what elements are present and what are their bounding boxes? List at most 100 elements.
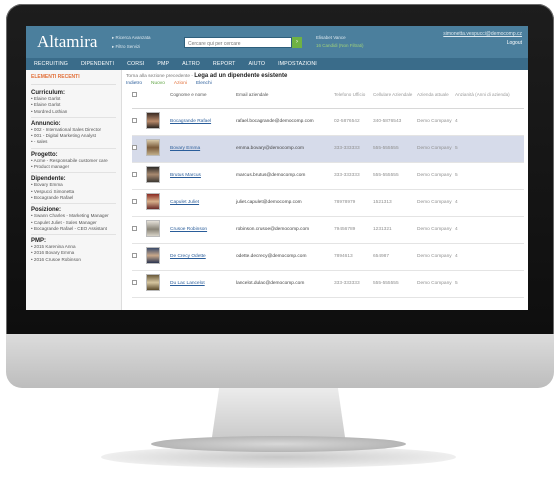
column-header-office-phone[interactable]: Telefono Ufficio: [334, 90, 373, 109]
sidebar-title: ELEMENTI RECENTI: [31, 74, 116, 85]
table-row-selected[interactable]: Bovary Emma emma.bovary@democomp.com 333…: [132, 135, 524, 163]
employee-mobile: 1231321: [373, 216, 417, 244]
sidebar-item[interactable]: Bocagrande Rafael - CEO Assistant: [31, 226, 116, 232]
employee-years: 4: [455, 108, 524, 136]
row-select-cell[interactable]: [132, 189, 146, 217]
employee-mobile: 555-555555: [373, 135, 417, 163]
nav-item-altro[interactable]: ALTRO: [182, 61, 200, 67]
row-select-cell[interactable]: [132, 216, 146, 244]
employee-phone: 79456789: [334, 216, 373, 244]
account-email[interactable]: simonetta.vespucci@democomp.cz: [443, 30, 522, 39]
sidebar-item[interactable]: - sales: [31, 139, 116, 145]
table-row[interactable]: Brutus Marcus marcus.brutus@democomp.com…: [132, 162, 524, 190]
main-nav: RECRUITING DIPENDENTI CORSI PMP ALTRO RE…: [26, 58, 528, 70]
back-button[interactable]: Indietro: [126, 81, 142, 86]
advanced-search-link[interactable]: Ricerca Avanzata: [112, 33, 184, 42]
employee-name-link[interactable]: Brutus Marcus: [170, 162, 236, 190]
actions-button[interactable]: Azioni: [174, 81, 187, 86]
row-select-cell[interactable]: [132, 243, 146, 271]
sidebar-item[interactable]: 2016 Crusoe Robinson: [31, 257, 116, 263]
nav-item-impostazioni[interactable]: IMPOSTAZIONI: [278, 61, 317, 67]
employee-years: 4: [455, 189, 524, 217]
employee-email: juliet.capulet@democomp.com: [236, 189, 334, 217]
employee-company: Demo Company: [417, 108, 455, 136]
column-header-name[interactable]: Cognome e nome: [170, 90, 236, 109]
nav-item-aiuto[interactable]: AIUTO: [248, 61, 265, 67]
lists-button[interactable]: Elenchi: [196, 81, 212, 86]
avatar: [146, 193, 160, 210]
employee-name-link[interactable]: Du Lac Lancelot: [170, 270, 236, 298]
avatar: [146, 112, 160, 129]
breadcrumb: Torna alla sezione precedente - Lega ad …: [126, 70, 528, 79]
employee-mobile: 1521313: [373, 189, 417, 217]
avatar-cell: [146, 270, 170, 298]
row-checkbox[interactable]: [132, 199, 137, 204]
table-header-row: Cognome e nome Email aziendale Telefono …: [132, 90, 524, 109]
row-checkbox[interactable]: [132, 280, 137, 285]
nav-item-report[interactable]: REPORT: [213, 61, 236, 67]
sidebar-divider: [31, 147, 116, 149]
row-checkbox[interactable]: [132, 172, 137, 177]
search-button[interactable]: ›: [292, 36, 302, 48]
row-select-cell[interactable]: [132, 270, 146, 298]
employee-company: Demo Company: [417, 189, 455, 217]
table-row[interactable]: Du Lac Lancelot lancelot.dulac@democomp.…: [132, 270, 524, 298]
employee-company: Demo Company: [417, 162, 455, 190]
employee-mobile: 654987: [373, 243, 417, 271]
table-row[interactable]: Crusoe Robinson robinson.crusoe@democomp…: [132, 216, 524, 244]
sidebar-item[interactable]: Mordred Lothian: [31, 109, 116, 115]
employee-name-link[interactable]: De Crecy Odette: [170, 243, 236, 271]
column-header-email[interactable]: Email aziendale: [236, 90, 334, 109]
table-row[interactable]: Bocagrande Rafael rafael.bocagrande@demo…: [132, 108, 524, 136]
table-row[interactable]: Capulet Juliet juliet.capulet@democomp.c…: [132, 189, 524, 217]
row-checkbox[interactable]: [132, 118, 137, 123]
employee-email: lancelot.dulac@democomp.com: [236, 270, 334, 298]
action-bar: Indietro Nuovo Azioni Elenchi: [126, 81, 528, 86]
row-checkbox[interactable]: [132, 253, 137, 258]
nav-item-dipendenti[interactable]: DIPENDENTI: [81, 61, 114, 67]
breadcrumb-back-link[interactable]: Torna alla sezione precedente -: [126, 74, 194, 79]
avatar: [146, 139, 160, 156]
filter-services-link[interactable]: Filtro Servizi: [112, 42, 184, 51]
employee-years: 5: [455, 162, 524, 190]
row-select-cell[interactable]: [132, 162, 146, 190]
column-header-mobile[interactable]: Cellulare Aziendale: [373, 90, 417, 109]
column-header-company[interactable]: Azienda attuale: [417, 90, 455, 109]
monitor-stand-base: [151, 436, 406, 452]
employee-years: 5: [455, 135, 524, 163]
select-all-checkbox[interactable]: [132, 92, 137, 97]
row-select-cell[interactable]: [132, 135, 146, 163]
avatar: [146, 274, 160, 291]
nav-item-corsi[interactable]: CORSI: [127, 61, 144, 67]
row-checkbox[interactable]: [132, 226, 137, 231]
avatar-cell: [146, 243, 170, 271]
column-header-seniority[interactable]: Anzianità (Anni di azienda): [455, 90, 524, 109]
nav-item-recruiting[interactable]: RECRUITING: [34, 61, 68, 67]
employee-phone: 333-333333: [334, 135, 373, 163]
row-checkbox[interactable]: [132, 145, 137, 150]
app-logo[interactable]: Altamira: [26, 32, 112, 52]
select-all-header[interactable]: [132, 90, 146, 109]
employee-name-link[interactable]: Capulet Juliet: [170, 189, 236, 217]
user-candidates-link[interactable]: 16 Candidi (Non Filtrati): [316, 42, 436, 50]
employee-years: 5: [455, 270, 524, 298]
employee-mobile: 340-5876543: [373, 108, 417, 136]
nav-item-pmp[interactable]: PMP: [157, 61, 169, 67]
logout-link[interactable]: Logout: [443, 39, 522, 48]
screen: Altamira Ricerca Avanzata Filtro Servizi…: [26, 26, 528, 310]
search-input[interactable]: Cercare qui per cercare: [184, 36, 292, 48]
sidebar-item[interactable]: Bocagrande Rafael: [31, 195, 116, 201]
sidebar-divider: [31, 203, 116, 205]
sidebar-item[interactable]: Product manager: [31, 164, 116, 170]
sidebar-item[interactable]: Swann Charles - Marketing Manager: [31, 213, 116, 219]
user-info: Elisabet Vance 16 Candidi (Non Filtrati): [316, 34, 436, 50]
employee-name-link[interactable]: Bovary Emma: [170, 135, 236, 163]
row-select-cell[interactable]: [132, 108, 146, 136]
new-button[interactable]: Nuovo: [151, 81, 165, 86]
table-row[interactable]: De Crecy Odette odette.decrecy@democomp.…: [132, 243, 524, 271]
employee-name-link[interactable]: Bocagrande Rafael: [170, 108, 236, 136]
avatar-cell: [146, 135, 170, 163]
avatar-cell: [146, 189, 170, 217]
employee-name-link[interactable]: Crusoe Robinson: [170, 216, 236, 244]
employee-years: 4: [455, 216, 524, 244]
